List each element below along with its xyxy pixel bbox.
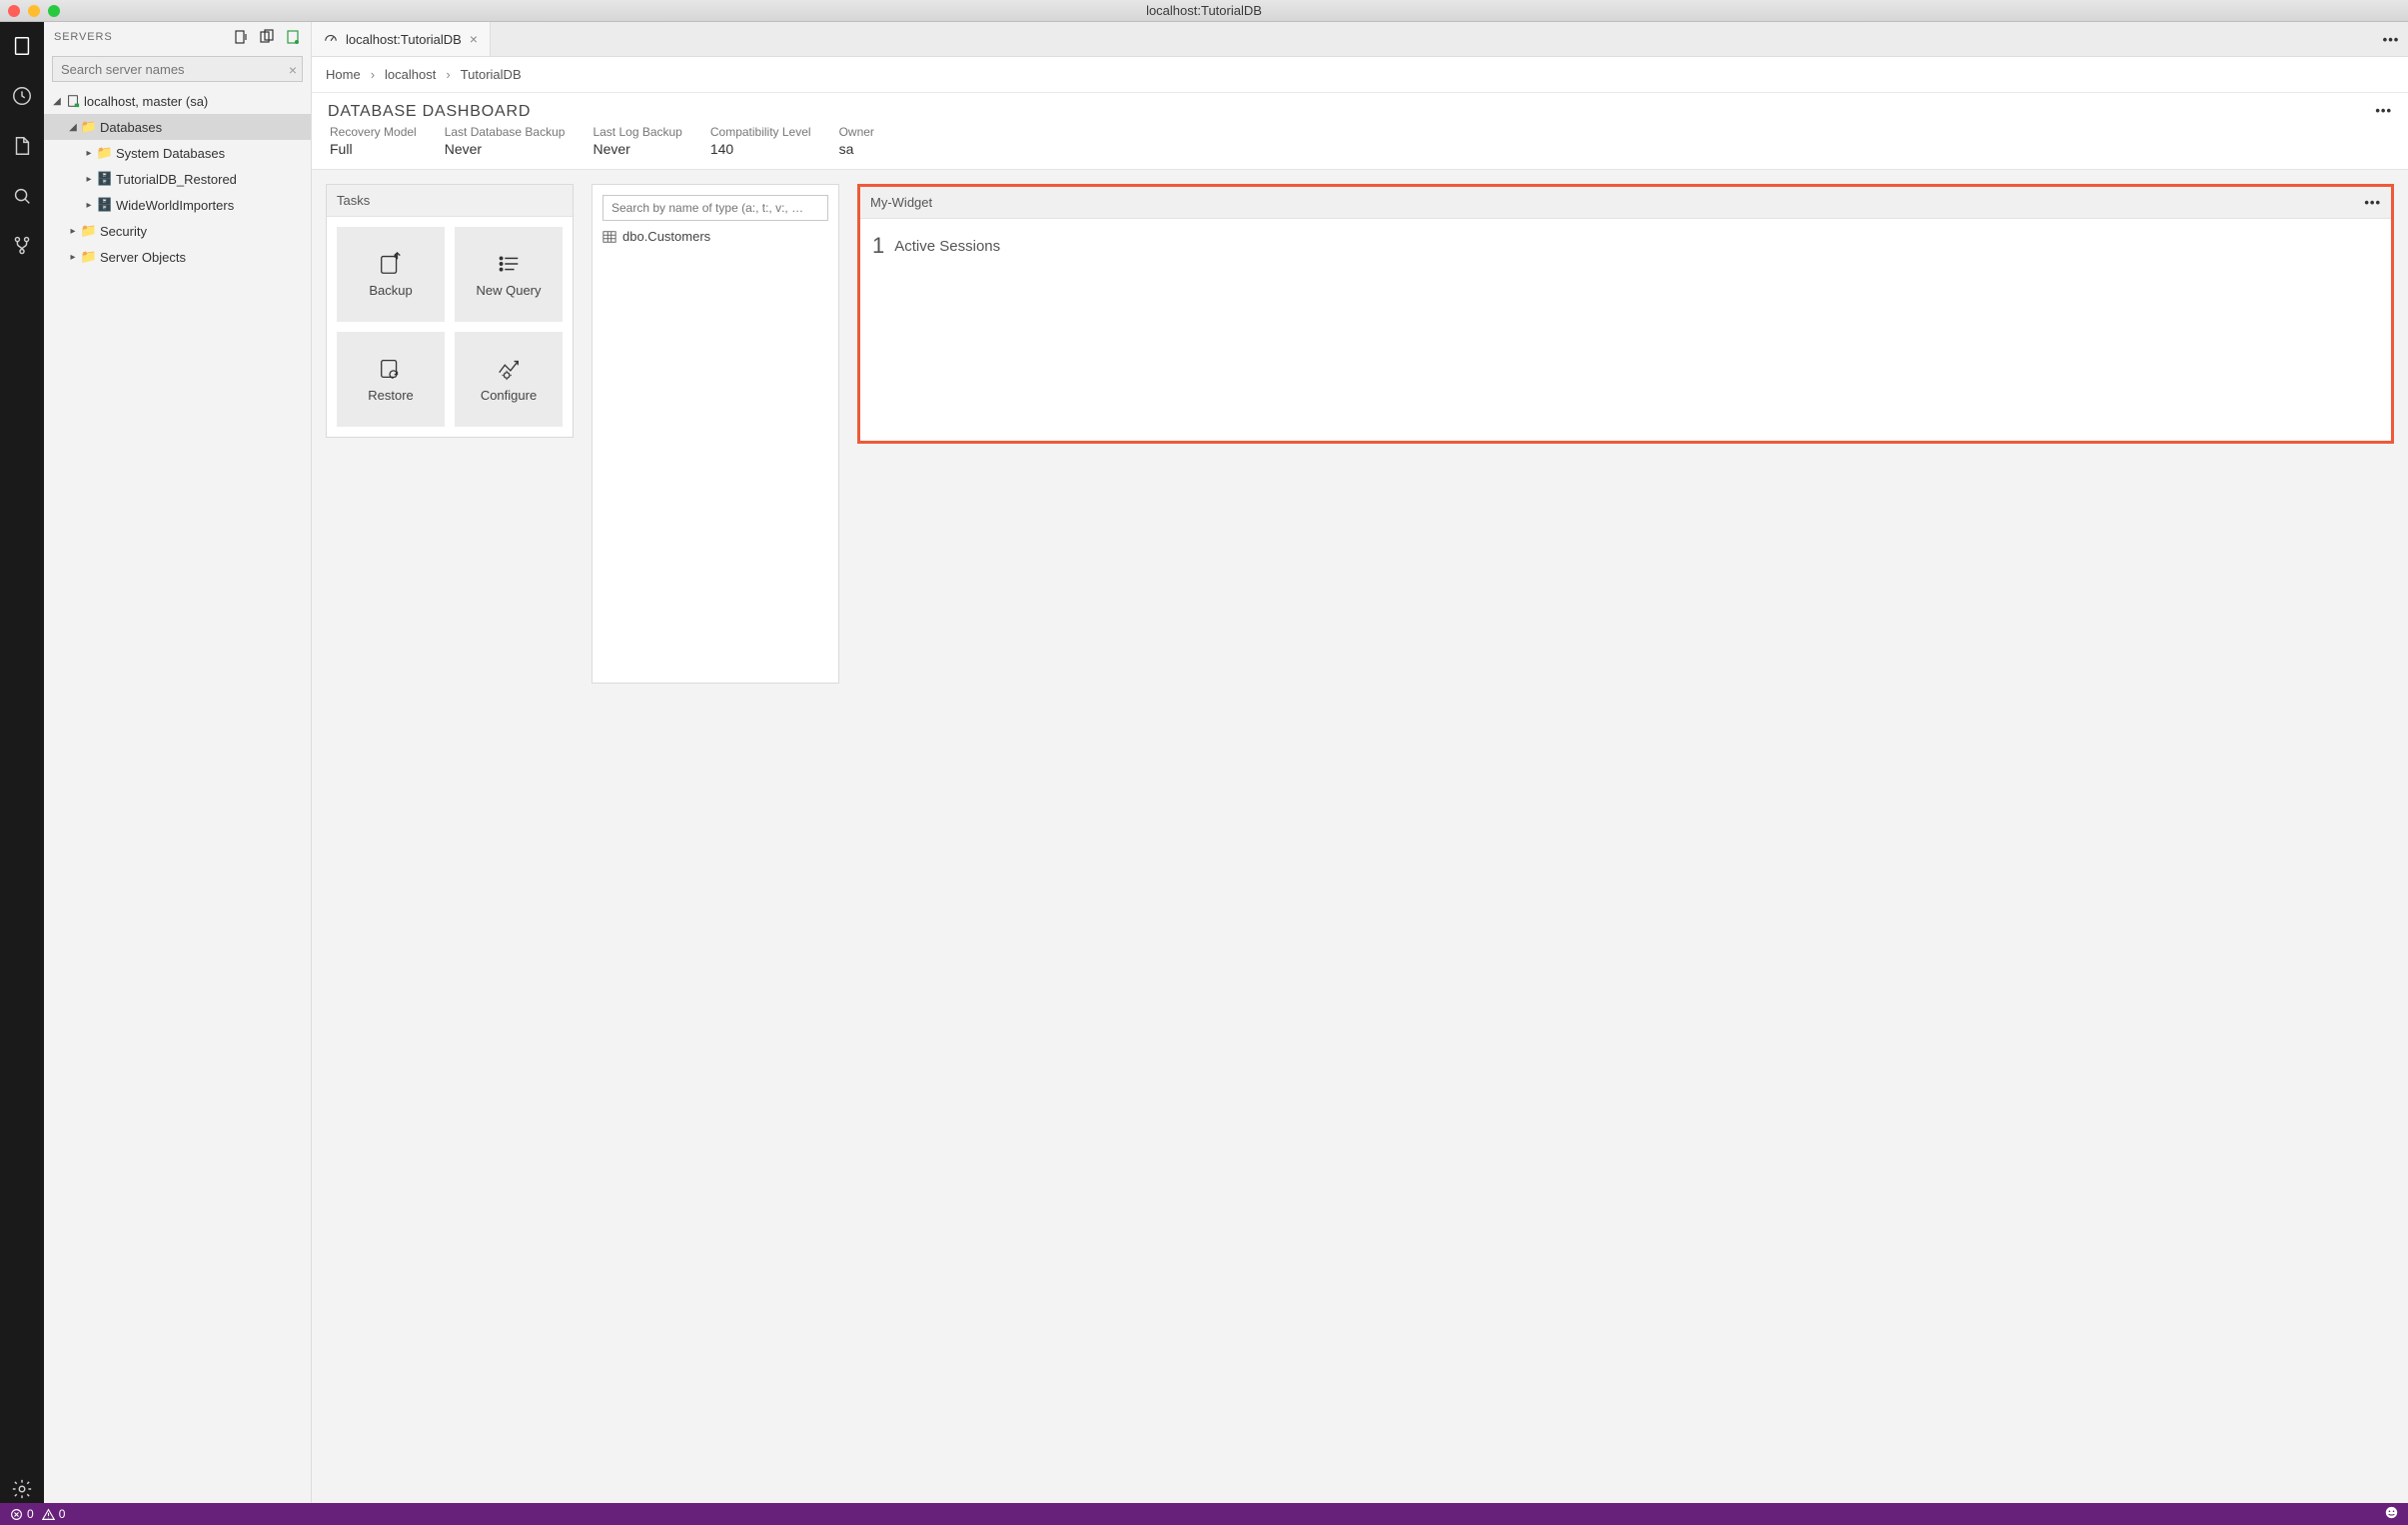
status-errors-count: 0: [27, 1507, 34, 1521]
object-search-input[interactable]: [602, 195, 828, 221]
task-newquery-label: New Query: [476, 283, 541, 298]
prop-value: Never: [445, 141, 566, 157]
prop-value: sa: [839, 141, 874, 157]
tree-databases-node[interactable]: ◢ 📁 Databases: [44, 114, 311, 140]
dashboard-properties: Recovery Model Full Last Database Backup N…: [312, 123, 2408, 170]
tree-security-node[interactable]: ▸ 📁 Security: [44, 218, 311, 244]
window-titlebar: localhost:TutorialDB: [0, 0, 2408, 22]
task-configure-label: Configure: [481, 388, 537, 403]
window-zoom-dot[interactable]: [48, 5, 60, 17]
crumb-database[interactable]: TutorialDB: [461, 67, 522, 82]
new-group-icon[interactable]: [259, 29, 275, 45]
task-new-query[interactable]: New Query: [455, 227, 563, 322]
task-restore-label: Restore: [368, 388, 414, 403]
prop-label: Compatibility Level: [710, 125, 811, 139]
activity-file-icon[interactable]: [8, 132, 36, 160]
prop-label: Owner: [839, 125, 874, 139]
prop-value: Full: [330, 141, 417, 157]
activity-settings-icon[interactable]: [8, 1475, 36, 1503]
tree-wideworld-label: WideWorldImporters: [116, 198, 234, 213]
task-configure[interactable]: Configure: [455, 332, 563, 427]
tasks-title: Tasks: [337, 193, 370, 208]
search-servers-input[interactable]: [52, 56, 303, 82]
chevron-right-icon: ›: [446, 67, 450, 82]
tab-dashboard[interactable]: localhost:TutorialDB ×: [312, 22, 491, 56]
task-backup[interactable]: Backup: [337, 227, 445, 322]
sidebar-title: SERVERS: [54, 31, 113, 43]
search-result-label: dbo.Customers: [622, 229, 710, 244]
prop-label: Last Log Backup: [593, 125, 681, 139]
tree-tutorialdb-restored-node[interactable]: ▸ 🗄️ TutorialDB_Restored: [44, 166, 311, 192]
task-restore[interactable]: Restore: [337, 332, 445, 427]
tree-databases-label: Databases: [100, 120, 162, 135]
crumb-server[interactable]: localhost: [385, 67, 436, 82]
tree-tutorialdb-restored-label: TutorialDB_Restored: [116, 172, 237, 187]
status-warnings-count: 0: [59, 1507, 66, 1521]
object-search-panel: dbo.Customers: [592, 184, 839, 684]
dashboard-tab-icon: [324, 32, 338, 46]
window-close-dot[interactable]: [8, 5, 20, 17]
activity-history-icon[interactable]: [8, 82, 36, 110]
activity-search-icon[interactable]: [8, 182, 36, 210]
dashboard-title: DATABASE DASHBOARD: [328, 103, 531, 121]
breadcrumbs: Home › localhost › TutorialDB: [312, 57, 2408, 93]
sidebar: SERVERS × ◢ localhost, master (s: [44, 22, 312, 1503]
servers-tree: ◢ localhost, master (sa) ◢ 📁 Databases ▸…: [44, 86, 311, 270]
active-connections-icon[interactable]: [285, 29, 301, 45]
tab-dashboard-label: localhost:TutorialDB: [346, 32, 462, 47]
editor-area: localhost:TutorialDB × ••• Home › localh…: [312, 22, 2408, 1503]
my-widget-label: Active Sessions: [894, 238, 1000, 255]
tab-bar: localhost:TutorialDB × •••: [312, 22, 2408, 57]
search-result-row[interactable]: dbo.Customers: [602, 229, 828, 244]
tree-server-objects-node[interactable]: ▸ 📁 Server Objects: [44, 244, 311, 270]
window-title: localhost:TutorialDB: [1146, 3, 1262, 18]
prop-value: 140: [710, 141, 811, 157]
tree-server-label: localhost, master (sa): [84, 94, 208, 109]
dashboard-widgets: Tasks Backup New Query Restore: [312, 170, 2408, 1503]
activity-source-control-icon[interactable]: [8, 232, 36, 260]
tree-security-label: Security: [100, 224, 147, 239]
status-errors[interactable]: 0: [10, 1507, 34, 1521]
crumb-home[interactable]: Home: [326, 67, 361, 82]
my-widget-more-icon[interactable]: •••: [2364, 195, 2381, 210]
tree-server-objects-label: Server Objects: [100, 250, 186, 265]
tabbar-more-icon[interactable]: •••: [2374, 22, 2408, 56]
new-connection-icon[interactable]: [233, 29, 249, 45]
my-widget-count: 1: [872, 233, 884, 259]
tree-system-dbs-node[interactable]: ▸ 📁 System Databases: [44, 140, 311, 166]
dashboard-more-icon[interactable]: •••: [2375, 103, 2392, 118]
prop-label: Last Database Backup: [445, 125, 566, 139]
tree-system-dbs-label: System Databases: [116, 146, 225, 161]
status-warnings[interactable]: 0: [42, 1507, 66, 1521]
my-widget-panel: My-Widget ••• 1 Active Sessions: [857, 184, 2394, 444]
my-widget-title: My-Widget: [870, 195, 932, 210]
activity-servers-icon[interactable]: [8, 32, 36, 60]
tasks-panel: Tasks Backup New Query Restore: [326, 184, 574, 438]
clear-search-icon[interactable]: ×: [289, 62, 297, 78]
activity-bar: [0, 22, 44, 1503]
sidebar-search: ×: [44, 52, 311, 86]
task-backup-label: Backup: [369, 283, 412, 298]
prop-label: Recovery Model: [330, 125, 417, 139]
tree-wideworld-node[interactable]: ▸ 🗄️ WideWorldImporters: [44, 192, 311, 218]
chevron-right-icon: ›: [371, 67, 375, 82]
status-feedback-icon[interactable]: [2385, 1508, 2398, 1522]
prop-value: Never: [593, 141, 681, 157]
window-minimize-dot[interactable]: [28, 5, 40, 17]
tree-server-node[interactable]: ◢ localhost, master (sa): [44, 88, 311, 114]
tab-close-icon[interactable]: ×: [470, 31, 478, 47]
status-bar: 0 0: [0, 1503, 2408, 1525]
